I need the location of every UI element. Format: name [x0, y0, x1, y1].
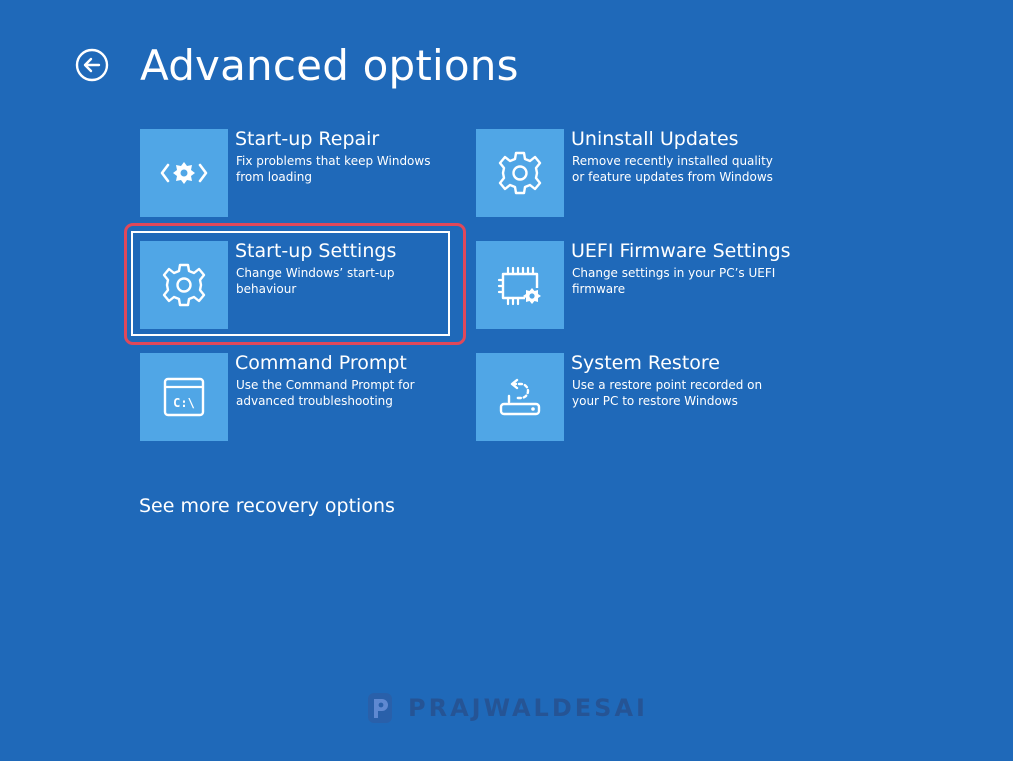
- option-startup-repair[interactable]: Start-up Repair Fix problems that keep W…: [140, 128, 460, 219]
- option-uninstall-updates[interactable]: Uninstall Updates Remove recently instal…: [476, 128, 796, 219]
- option-title: Command Prompt: [235, 352, 407, 374]
- back-button[interactable]: [75, 48, 109, 82]
- option-title: UEFI Firmware Settings: [571, 240, 791, 262]
- option-title: Uninstall Updates: [571, 128, 739, 150]
- option-tile: [476, 129, 564, 217]
- option-description: Remove recently installed quality or fea…: [572, 154, 773, 184]
- option-description: Change settings in your PC’s UEFI firmwa…: [572, 266, 776, 296]
- back-arrow-icon: [75, 48, 109, 82]
- option-description: Use the Command Prompt for advanced trou…: [236, 378, 415, 408]
- option-uefi-firmware-settings[interactable]: UEFI Firmware Settings Change settings i…: [476, 240, 796, 331]
- watermark: PRAJWALDESAI: [362, 690, 648, 726]
- option-description: Fix problems that keep Windows from load…: [236, 154, 431, 184]
- command-prompt-icon: C:\: [163, 377, 205, 417]
- option-system-restore[interactable]: System Restore Use a restore point recor…: [476, 352, 796, 443]
- restore-icon: [499, 378, 541, 416]
- option-tile: C:\: [140, 353, 228, 441]
- option-title: System Restore: [571, 352, 720, 374]
- repair-icon: [160, 162, 208, 184]
- gear-icon: [162, 263, 206, 307]
- chip-gear-icon: [497, 266, 541, 306]
- option-tile: [140, 129, 228, 217]
- option-title: Start-up Repair: [235, 128, 380, 150]
- svg-text:C:\: C:\: [173, 396, 195, 410]
- watermark-logo-icon: [368, 693, 392, 723]
- option-title: Start-up Settings: [235, 240, 397, 262]
- gear-icon: [498, 151, 542, 195]
- option-description: Change Windows’ start-up behaviour: [236, 266, 395, 296]
- option-tile: [140, 241, 228, 329]
- see-more-recovery-options-link[interactable]: See more recovery options: [139, 494, 395, 518]
- option-command-prompt[interactable]: C:\ Command Prompt Use the Command Promp…: [140, 352, 460, 443]
- watermark-text: PRAJWALDESAI: [408, 694, 648, 722]
- option-tile: [476, 241, 564, 329]
- option-startup-settings[interactable]: Start-up Settings Change Windows’ start-…: [140, 240, 460, 331]
- option-tile: [476, 353, 564, 441]
- page-title: Advanced options: [140, 41, 519, 90]
- option-description: Use a restore point recorded on your PC …: [572, 378, 763, 408]
